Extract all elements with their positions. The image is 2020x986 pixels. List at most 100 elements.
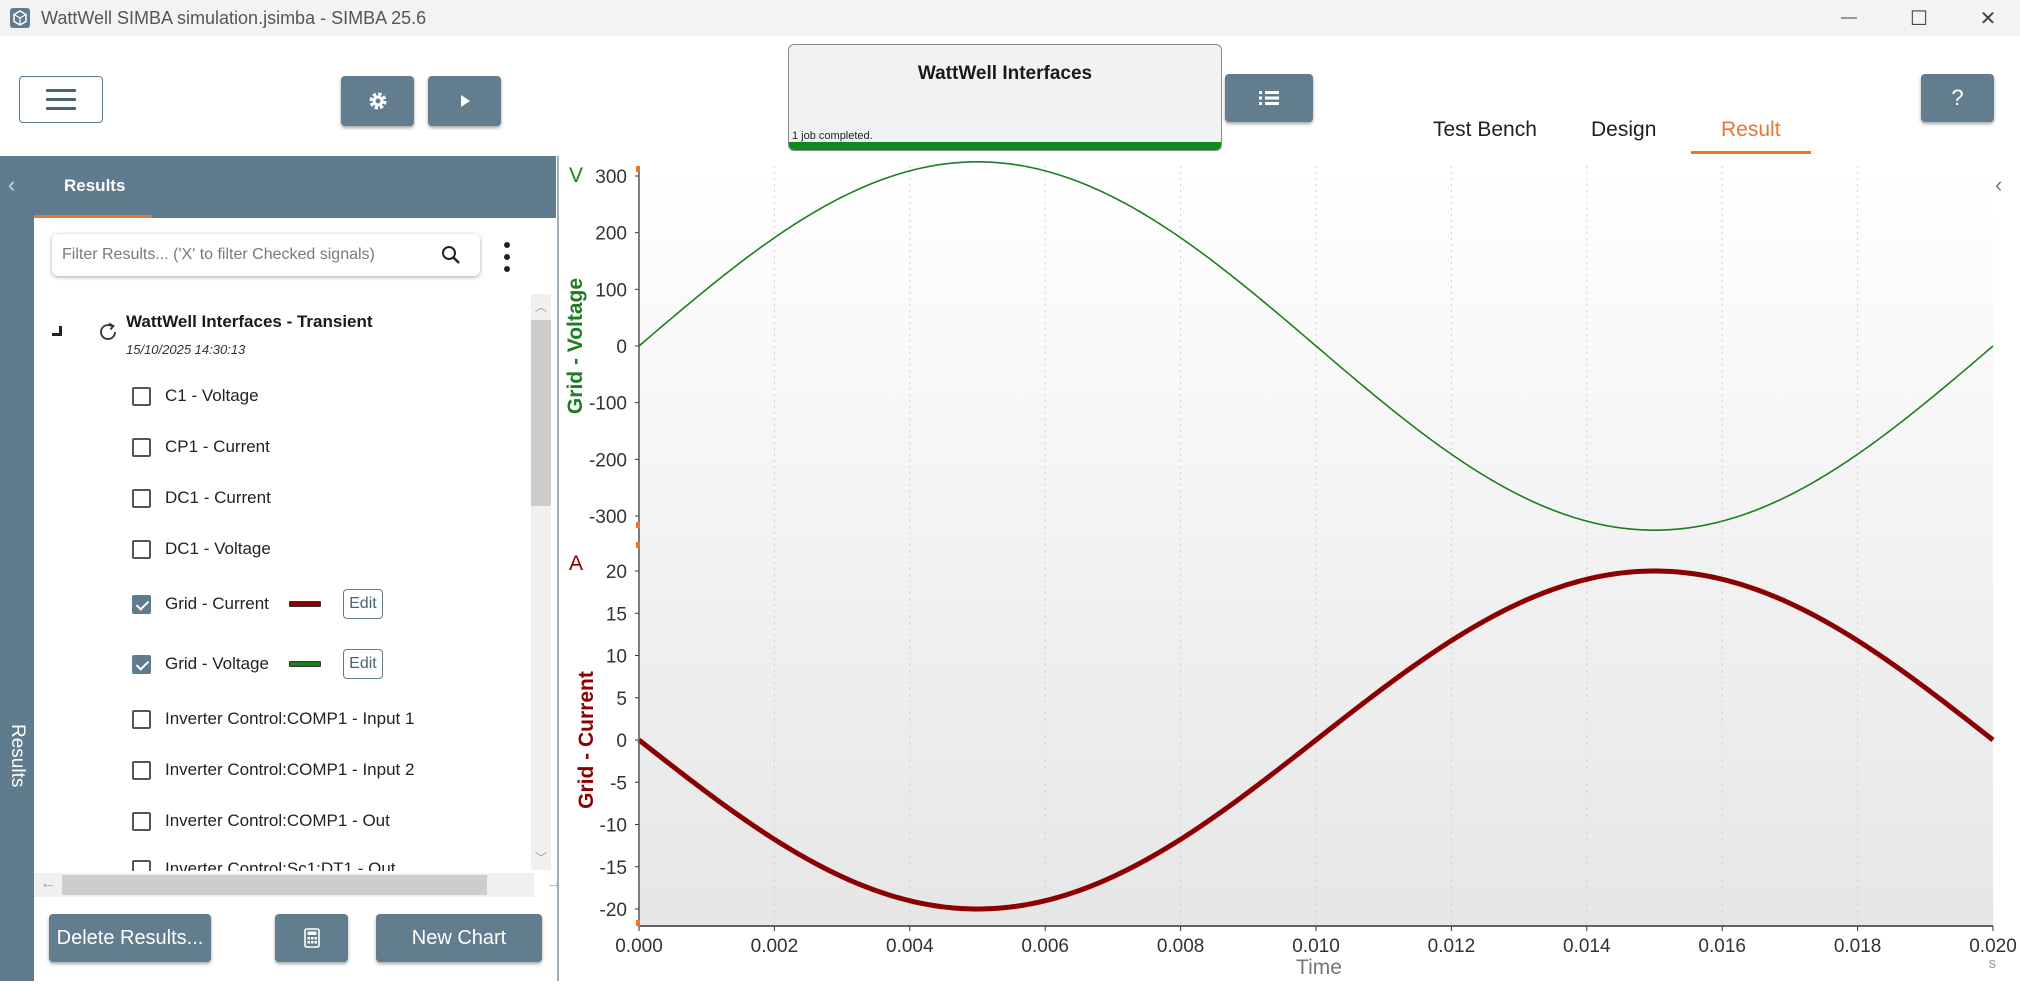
collapse-panel-chevron-icon[interactable]: ‹ bbox=[8, 172, 15, 198]
signal-checkbox[interactable] bbox=[132, 539, 151, 559]
signal-item[interactable]: Grid - Voltage Edit bbox=[132, 649, 383, 679]
tab-result[interactable]: Result bbox=[1721, 118, 1781, 142]
close-window-button[interactable]: ✕ bbox=[1958, 0, 2018, 36]
y-tick-label: 5 bbox=[616, 689, 627, 710]
simulation-name[interactable]: WattWell Interfaces - Transient bbox=[126, 312, 373, 332]
signal-item[interactable]: Inverter Control:COMP1 - Input 2 bbox=[132, 755, 414, 785]
tab-design[interactable]: Design bbox=[1591, 118, 1656, 142]
hamburger-menu-button[interactable] bbox=[19, 76, 103, 123]
signal-checkbox[interactable] bbox=[132, 859, 151, 871]
y-tick-label: -100 bbox=[589, 394, 627, 415]
filter-results-input[interactable] bbox=[62, 243, 432, 267]
x-axis-label: Time bbox=[1296, 956, 1342, 979]
signal-checkbox[interactable] bbox=[132, 386, 151, 406]
scroll-down-icon[interactable]: ﹀ bbox=[535, 849, 547, 866]
y-tick-label: -5 bbox=[610, 773, 627, 794]
tree-expand-icon[interactable] bbox=[52, 326, 62, 336]
edit-signal-button[interactable]: Edit bbox=[342, 649, 383, 679]
signal-checkbox[interactable] bbox=[132, 488, 151, 508]
results-panel: WattWell Interfaces - Transient 15/10/20… bbox=[34, 218, 556, 981]
signal-label: DC1 - Voltage bbox=[165, 539, 271, 558]
y-tick-label: 15 bbox=[606, 604, 627, 625]
scroll-left-icon[interactable]: ← bbox=[40, 875, 56, 893]
y-tick-label: 0 bbox=[616, 731, 627, 752]
y-axis-unit: A bbox=[569, 552, 583, 575]
refresh-icon[interactable] bbox=[96, 320, 120, 344]
signal-item[interactable]: Inverter Control:COMP1 - Input 1 bbox=[132, 704, 414, 734]
signal-checkbox[interactable] bbox=[132, 437, 151, 457]
scroll-up-icon[interactable]: ︿ bbox=[535, 298, 547, 315]
signal-checkbox[interactable] bbox=[132, 654, 151, 674]
results-vertical-scrollbar[interactable]: ︿ ﹀ bbox=[531, 294, 551, 870]
maximize-button[interactable]: ☐ bbox=[1889, 0, 1949, 36]
signal-item[interactable]: Inverter Control:COMP1 - Out bbox=[132, 806, 390, 836]
y-tick-label: 100 bbox=[595, 280, 627, 301]
y-tick-label: 10 bbox=[606, 647, 627, 668]
signal-label: C1 - Voltage bbox=[165, 386, 259, 405]
play-icon bbox=[460, 95, 470, 107]
signal-checkbox[interactable] bbox=[132, 760, 151, 780]
y-tick-label: 0 bbox=[616, 337, 627, 358]
signal-color-swatch[interactable] bbox=[288, 661, 321, 667]
x-tick-label: 0.000 bbox=[615, 936, 663, 957]
more-options-icon[interactable] bbox=[502, 242, 512, 272]
scrollbar-thumb[interactable] bbox=[62, 875, 487, 895]
signal-item[interactable]: CP1 - Current bbox=[132, 432, 270, 462]
y-tick-label: -10 bbox=[600, 816, 627, 837]
minimize-button[interactable]: — bbox=[1819, 0, 1879, 36]
x-tick-label: 0.014 bbox=[1563, 936, 1611, 957]
job-status-panel[interactable]: WattWell Interfaces 1 job completed. bbox=[788, 44, 1222, 151]
job-title: WattWell Interfaces bbox=[917, 63, 1093, 84]
window-title: WattWell SIMBA simulation.jsimba - SIMBA… bbox=[41, 8, 427, 28]
minimize-icon: — bbox=[1841, 9, 1857, 26]
filter-results-field[interactable] bbox=[52, 234, 480, 276]
title-bar: WattWell SIMBA simulation.jsimba - SIMBA… bbox=[0, 0, 2020, 36]
y-tick-label: -20 bbox=[600, 900, 627, 921]
new-chart-button[interactable]: New Chart bbox=[376, 914, 542, 962]
calculator-button[interactable] bbox=[275, 914, 348, 962]
signal-label: Inverter Control:COMP1 - Out bbox=[165, 811, 390, 830]
tab-test-bench[interactable]: Test Bench bbox=[1433, 118, 1537, 142]
run-simulation-button[interactable] bbox=[428, 76, 501, 126]
signal-checkbox[interactable] bbox=[132, 811, 151, 831]
job-list-button[interactable] bbox=[1225, 74, 1313, 122]
result-chart[interactable]: 0.000 0.002 0.004 0.006 0.008 0.010 0.012 0.014… bbox=[559, 156, 2020, 981]
main-toolbar: WattWell Interfaces 1 job completed. ? bbox=[0, 36, 2020, 156]
signal-checkbox[interactable] bbox=[132, 709, 151, 729]
y-tick-label: -200 bbox=[589, 450, 627, 471]
close-icon: ✕ bbox=[1979, 7, 1997, 30]
signal-label: Grid - Voltage bbox=[165, 654, 269, 673]
signal-item[interactable]: DC1 - Voltage bbox=[132, 534, 271, 564]
signal-item[interactable]: Grid - Current Edit bbox=[132, 589, 383, 619]
calculator-icon bbox=[303, 928, 320, 948]
search-icon[interactable] bbox=[440, 244, 462, 266]
signal-item[interactable]: C1 - Voltage bbox=[132, 381, 259, 411]
hamburger-icon-bar bbox=[46, 107, 76, 110]
help-button[interactable]: ? bbox=[1921, 74, 1994, 122]
result-chart-area[interactable]: 0.000 0.002 0.004 0.006 0.008 0.010 0.012 0.014… bbox=[557, 156, 2020, 981]
delete-results-button[interactable]: Delete Results... bbox=[49, 914, 211, 962]
signal-label: Inverter Control:COMP1 - Input 2 bbox=[165, 760, 415, 779]
y-tick-label: -300 bbox=[589, 507, 627, 528]
x-axis-unit: s bbox=[1989, 955, 1997, 972]
active-tab-indicator bbox=[1691, 151, 1811, 154]
expand-right-panel-chevron-icon[interactable]: ‹ bbox=[1995, 172, 2002, 198]
y-axis-label: Grid - Current bbox=[575, 671, 598, 809]
simulation-timestamp: 15/10/2025 14:30:13 bbox=[126, 342, 246, 357]
results-side-strip[interactable]: Results bbox=[0, 156, 34, 981]
signal-checkbox[interactable] bbox=[132, 594, 151, 614]
signal-item-clipped[interactable]: Inverter Control:Sc1:DT1 - Out bbox=[132, 854, 552, 871]
signal-color-swatch[interactable] bbox=[288, 601, 321, 607]
job-status-text: 1 job completed. bbox=[792, 130, 873, 142]
edit-signal-button[interactable]: Edit bbox=[342, 589, 383, 619]
results-tab[interactable]: Results bbox=[64, 176, 125, 196]
maximize-icon: ☐ bbox=[1910, 7, 1928, 30]
x-tick-label: 0.004 bbox=[886, 936, 934, 957]
settings-button[interactable] bbox=[341, 76, 414, 126]
x-tick-label: 0.006 bbox=[1021, 936, 1069, 957]
signal-item[interactable]: DC1 - Current bbox=[132, 483, 271, 513]
list-icon bbox=[1259, 91, 1279, 105]
scrollbar-thumb[interactable] bbox=[531, 320, 551, 506]
hamburger-icon-bar bbox=[46, 89, 76, 92]
results-horizontal-scrollbar[interactable]: ← → bbox=[34, 873, 562, 897]
